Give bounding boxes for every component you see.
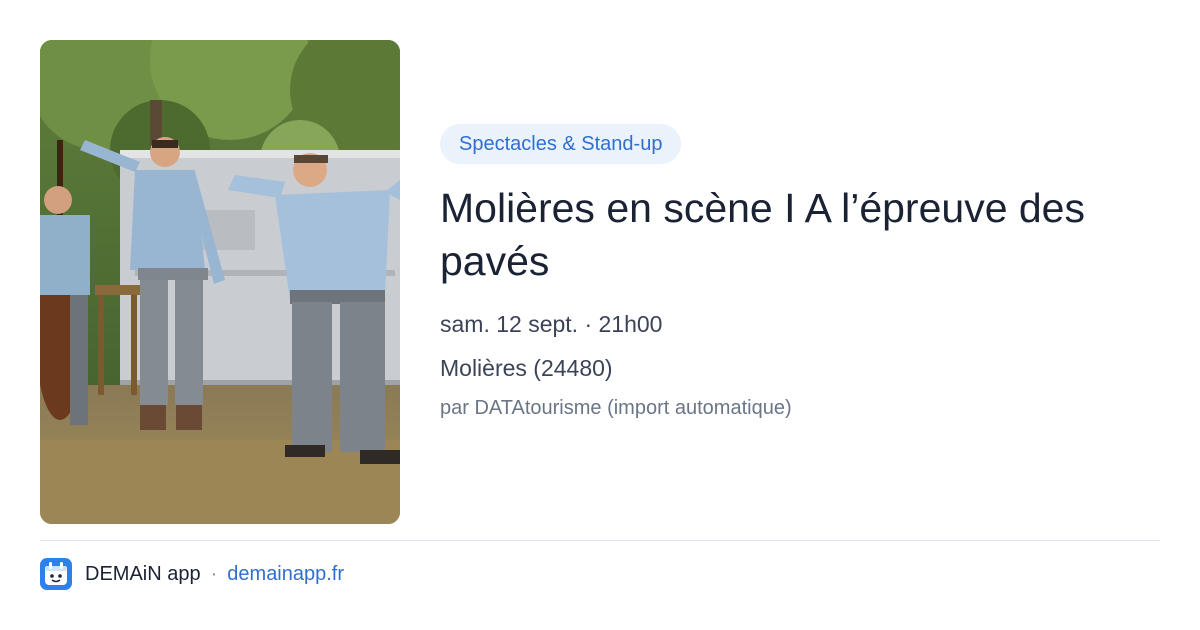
event-date: sam. 12 sept. · 21h00 [440, 311, 663, 337]
event-author: par DATAtourisme (import automatique) [440, 397, 792, 419]
event-photo [40, 40, 400, 524]
domain-link[interactable]: demainapp.fr [227, 563, 344, 586]
event-title: Molières en scène I A l’épreuve des pavé… [440, 185, 1085, 284]
category-badge[interactable]: Spectacles & Stand-up [440, 124, 682, 164]
app-name: DEMAiN app [85, 562, 201, 585]
event-info: Spectacles & Stand-up Molières en scène … [440, 124, 1160, 421]
footer: DEMAiN app · demainapp.fr [40, 558, 344, 590]
event-place: Molières (24480) [440, 355, 613, 381]
demain-app-icon [40, 558, 72, 590]
footer-separator: · [210, 562, 218, 585]
footer-divider [40, 540, 1160, 541]
share-card: Spectacles & Stand-up Molières en scène … [0, 0, 1200, 630]
